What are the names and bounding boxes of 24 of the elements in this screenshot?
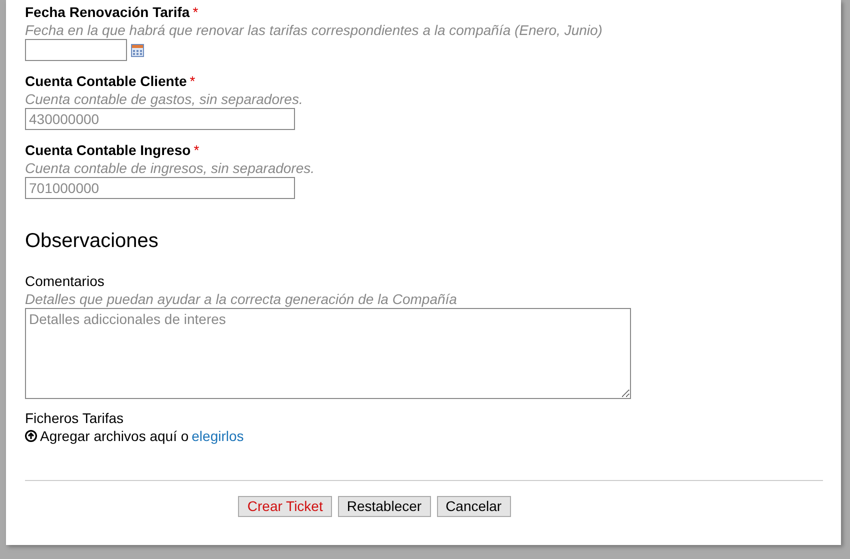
required-mark: *: [190, 73, 196, 89]
help-text: Cuenta contable de gastos, sin separadores.: [25, 90, 304, 108]
upload-icon: [25, 430, 37, 442]
date-field[interactable]: [25, 39, 127, 61]
section-heading: Observaciones: [25, 229, 160, 253]
field-label: Comentarios: [25, 273, 106, 290]
field-label: Cuenta Contable Ingreso *: [25, 142, 200, 159]
form-button[interactable]: Restablecer: [338, 496, 431, 517]
help-text: Fecha en la que habrá que renovar las tarifas correspondientes a la compañía (Enero, Junio): [25, 21, 604, 39]
calendar-icon[interactable]: [131, 44, 144, 56]
help-text: Detalles que puedan ayudar a la correcta generación de la Compañía: [25, 290, 458, 308]
comments-field[interactable]: Detalles adiccionales de interes: [25, 308, 631, 399]
field-label: Cuenta Contable Cliente *: [25, 73, 196, 90]
form-button[interactable]: Cancelar: [436, 496, 511, 517]
field-label: Ficheros Tarifas: [25, 410, 125, 427]
text-field[interactable]: 430000000: [25, 108, 295, 130]
required-mark: *: [194, 142, 200, 158]
choose-files-link[interactable]: elegirlos: [192, 427, 244, 445]
field-label: Fecha Renovación Tarifa *: [25, 4, 200, 21]
text-field[interactable]: 701000000: [25, 177, 295, 199]
form-button[interactable]: Crear Ticket: [238, 496, 332, 517]
upload-text: Agregar archivos aquí o: [40, 427, 189, 445]
help-text: Cuenta contable de ingresos, sin separadores.: [25, 159, 316, 177]
required-mark: *: [192, 4, 198, 20]
